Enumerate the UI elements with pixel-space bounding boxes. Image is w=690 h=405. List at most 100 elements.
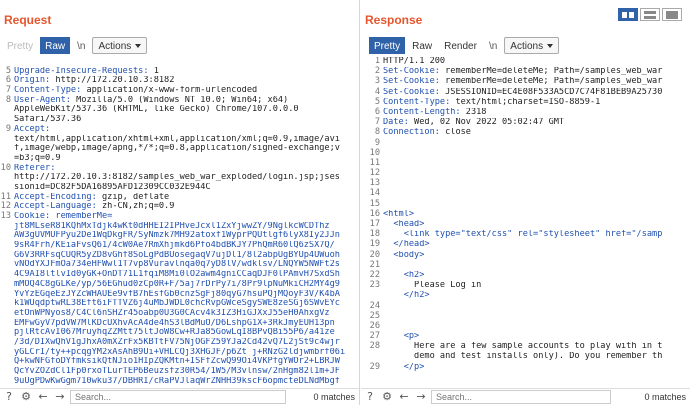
back-arrow-icon[interactable]: ← <box>397 390 411 404</box>
line-content: Set-Cookie: JSESSIONID=EC4E08F533A5CD7C7… <box>383 88 690 98</box>
line-content: mMOQ4C8gGLKe/yp/56EGhud0zCp0R+F/5aj7rDrP… <box>14 280 359 290</box>
line-content: f,image/webp,image/apng,*/*;q=0.8,applic… <box>14 144 359 154</box>
request-panel: Request Pretty Raw \n Actions 5 Upgrade-I… <box>0 0 360 405</box>
line-content: jt8MLseR81KQhMxTdjk4wKt0dHHEI2IPHveJcxl1… <box>14 222 359 232</box>
line-content <box>383 302 690 312</box>
cookie-value: jt8MLseR81KQhMxTdjk4wKt0dHHEI2IPHveJcxl1… <box>14 221 330 231</box>
line-number <box>0 290 11 300</box>
header-value: JSESSIONID=EC4E08F533A5CD7C74F81BEB9A257… <box>439 87 663 97</box>
code-line: text/html,application/xhtml+xml,applicat… <box>0 135 359 145</box>
settings-gear-icon[interactable]: ⚙ <box>380 390 394 404</box>
line-number <box>0 357 11 367</box>
line-content: QcYvZOZdCl1Fp0rxoTLurTEP6Beuzsfz30R54/1W… <box>14 367 359 377</box>
line-content: Origin: http://172.20.10.3:8182 <box>14 76 359 86</box>
line-text: <h2> <box>383 270 425 280</box>
line-number <box>0 105 11 115</box>
line-content: Content-Type: application/x-www-form-url… <box>14 86 359 96</box>
newline-toggle[interactable]: \n <box>483 36 503 54</box>
cookie-value: EMFwGyV7pdVW7MlKDcUXhvAcA4de4hS3lBdMuO/D… <box>14 318 335 328</box>
split-vertical-icon[interactable] <box>640 8 660 21</box>
line-content: Safari/537.36 <box>14 115 359 125</box>
cookie-value: Q+kwNFGfoDYfmksikQtNJio1HIpZQKMtn+ISFfZc… <box>14 357 340 367</box>
line-number <box>0 299 11 309</box>
line-number: 8 <box>5 94 11 105</box>
line-text: Please Log in <box>383 281 482 291</box>
line-text: demo and test installs only). Do you rem… <box>383 352 663 362</box>
code-line: 5 Upgrade-Insecure-Requests: 1 <box>0 66 359 77</box>
actions-dropdown[interactable]: Actions <box>92 36 148 54</box>
forward-arrow-icon[interactable]: → <box>414 390 428 404</box>
code-line: demo and test installs only). Do you rem… <box>369 352 690 362</box>
code-line: etOnWPNyos8/C4Cl6nSHZr45oabp0U3G0CAcv4k3… <box>0 309 359 319</box>
code-line: AW3gUVMUFPyu2De1WqDkgFR/SyNmzk7MH92atoxf… <box>0 231 359 241</box>
code-line: 7 Date: Wed, 02 Nov 2022 05:02:47 GMT <box>369 118 690 128</box>
code-line: 1 HTTP/1.1 200 <box>369 57 690 67</box>
line-number <box>0 367 11 377</box>
line-number <box>0 231 11 241</box>
request-editor[interactable]: 5 Upgrade-Insecure-Requests: 1 6 Origin: ht… <box>0 57 359 387</box>
back-arrow-icon[interactable]: ← <box>36 390 50 404</box>
response-title: Response <box>365 13 423 27</box>
header-value: rememberMe= <box>50 212 113 221</box>
response-toolbar: Pretty Raw Render \n Actions <box>369 36 560 54</box>
line-content <box>383 189 690 199</box>
code-line: 12 Accept-Language: zh-CN,zh;q=0.9 <box>0 202 359 212</box>
code-line: 3 Set-Cookie: rememberMe=deleteMe; Path=/… <box>369 77 690 87</box>
line-text: <link type="text/css" rel="stylesheet" h… <box>383 230 663 240</box>
line-content: YvYzEGqeEzJYZcWHAUEe9vfB7hEsfGb0cnzSgFj8… <box>14 290 359 300</box>
cookie-value: 4C9AI8ltlvId0yGK+OnDT71L1fqiM8Mi0lO2awm4… <box>14 270 340 280</box>
line-content: Accept: <box>14 125 359 135</box>
render-tab[interactable]: Render <box>439 36 482 54</box>
actions-dropdown[interactable]: Actions <box>504 36 560 54</box>
line-number <box>0 348 11 358</box>
line-content: etOnWPNyos8/C4Cl6nSHZr45oabp0U3G0CAcv4k3… <box>14 309 359 319</box>
header-key: Cookie: <box>14 212 51 221</box>
line-content: AW3gUVMUFPyu2De1WqDkgFR/SyNmzk7MH92atoxf… <box>14 231 359 241</box>
raw-tab[interactable]: Raw <box>407 36 438 54</box>
line-number <box>369 291 380 301</box>
pretty-tab[interactable]: Pretty <box>369 36 406 54</box>
code-line: 8 Connection: close <box>369 128 690 138</box>
response-search-input[interactable] <box>431 390 611 404</box>
response-editor[interactable]: 1 HTTP/1.1 200 2 Set-Cookie: rememberMe=del… <box>369 57 690 387</box>
header-value: text/html;charset=ISO-8859-1 <box>450 97 601 107</box>
cookie-value: /3d/DIXwQhV1gJhxA0mXZrFx5KBTtFV75NjOGFZ5… <box>14 337 340 347</box>
line-content: http://172.20.10.3:8182/samples_web_war_… <box>14 173 359 183</box>
pretty-tab[interactable]: Pretty <box>2 36 39 54</box>
newline-toggle[interactable]: \n <box>72 36 91 54</box>
line-number <box>0 377 11 387</box>
code-line: yGLCrI/ty++pcqgYM2xAsAhB9Ui+VHLCQj3XHGJF… <box>0 348 359 358</box>
help-icon[interactable]: ? <box>2 390 16 404</box>
request-search-bar: ? ⚙ ← → 0 matches <box>0 388 359 405</box>
line-content: <head> <box>383 220 690 230</box>
line-text: text/html,application/xhtml+xml,applicat… <box>14 134 340 144</box>
line-text: f,image/webp,image/apng,*/*;q=0.8,applic… <box>14 144 340 154</box>
request-title: Request <box>4 13 52 27</box>
settings-gear-icon[interactable]: ⚙ <box>19 390 33 404</box>
split-horizontal-icon[interactable] <box>618 8 638 21</box>
layout-buttons <box>618 8 682 21</box>
line-number <box>0 309 11 319</box>
code-line: f,image/webp,image/apng,*/*;q=0.8,applic… <box>0 144 359 154</box>
line-content <box>383 322 690 332</box>
code-line: 10 Referer: <box>0 163 359 174</box>
header-key: Set-Cookie: <box>383 77 440 87</box>
request-match-count: 0 matches <box>313 392 355 402</box>
header-value: Wed, 02 Nov 2022 05:02:47 GMT <box>408 118 565 128</box>
line-number <box>0 251 11 261</box>
code-line: sionid=DC82F5DA16895AFD12309CC032E944C <box>0 183 359 193</box>
raw-tab[interactable]: Raw <box>40 36 71 54</box>
line-content: <html> <box>383 210 690 220</box>
line-content: User-Agent: Mozilla/5.0 (Windows NT 10.0… <box>14 96 359 106</box>
request-search-input[interactable] <box>70 390 286 404</box>
line-number <box>0 338 11 348</box>
tabs-layout-icon[interactable] <box>662 8 682 21</box>
cookie-value: QcYvZOZdCl1Fp0rxoTLurTEP6Beuzsfz30R54/1W… <box>14 367 340 376</box>
forward-arrow-icon[interactable]: → <box>53 390 67 404</box>
header-key: Accept-Language: <box>14 202 97 212</box>
line-text: <p> <box>383 332 420 342</box>
line-text: <body> <box>383 250 425 260</box>
help-icon[interactable]: ? <box>363 390 377 404</box>
code-line: Safari/537.36 <box>0 115 359 125</box>
cookie-value: k1WUqdptwRL38Eft6iFTTVZ6j4uMbJWDL0chcRvp… <box>14 299 340 309</box>
